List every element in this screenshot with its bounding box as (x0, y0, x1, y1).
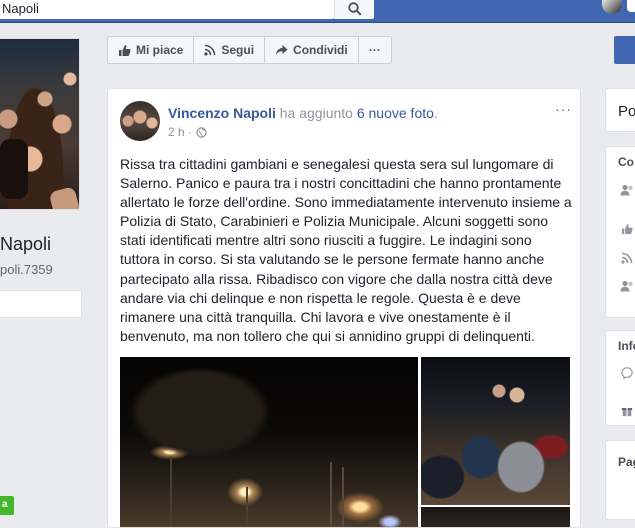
page-username[interactable]: poli.7359 (0, 262, 53, 277)
profile-name-edge[interactable] (627, 0, 635, 12)
page-name[interactable]: Napoli (0, 234, 51, 255)
people-icon (620, 184, 633, 196)
create-button[interactable]: a (0, 496, 14, 515)
primary-action-button[interactable] (614, 36, 635, 64)
photos-link[interactable]: 6 nuove foto (357, 105, 434, 121)
profile-avatar[interactable] (602, 0, 622, 14)
top-navigation-bar: Napoli (0, 0, 635, 23)
post-header-period: . (433, 105, 438, 121)
like-page-label: Mi piace (136, 43, 184, 57)
share-arrow-icon (275, 45, 288, 55)
right-box-primary[interactable]: Po (605, 88, 635, 132)
post-action-verb: ha aggiunto (279, 105, 353, 121)
right-box-title: Po (618, 103, 635, 120)
rss-icon (621, 252, 633, 264)
globe-icon[interactable] (196, 126, 207, 138)
author-name[interactable]: Vincenzo Napoli (168, 105, 276, 121)
page-action-bar: Mi piace Segui Condividi ··· (107, 36, 392, 64)
more-options-button[interactable]: ··· (359, 37, 391, 63)
people-icon (620, 280, 633, 292)
photo-detail (342, 467, 344, 527)
photo-detail (130, 367, 270, 457)
author-avatar[interactable] (120, 101, 160, 141)
follow-label: Segui (221, 43, 255, 57)
follow-button[interactable]: Segui (194, 37, 266, 63)
thumbs-up-icon (119, 44, 131, 56)
post-card: Vincenzo Napoli ha aggiunto 6 nuove foto… (107, 88, 581, 528)
photo-detail (170, 457, 172, 527)
post-photo-3[interactable] (421, 507, 570, 527)
left-nav-item[interactable] (0, 290, 82, 318)
info-box: Info (605, 330, 635, 426)
post-header: Vincenzo Napoli ha aggiunto 6 nuove foto… (168, 105, 438, 121)
search-button[interactable] (334, 0, 374, 19)
more-dots-icon: ··· (368, 43, 381, 57)
photo-detail (246, 487, 248, 527)
pages-title[interactable]: Pag (618, 455, 635, 469)
share-label: Condividi (293, 43, 348, 57)
gift-icon (621, 408, 633, 417)
rss-icon (204, 44, 216, 56)
messenger-icon (621, 367, 633, 379)
search-icon (348, 2, 362, 16)
photo-detail (330, 462, 332, 527)
post-meta: 2 h · (168, 125, 207, 139)
thumbs-up-icon (621, 224, 633, 235)
photo-detail (0, 139, 28, 199)
community-box: Co (605, 146, 635, 318)
post-photo-2[interactable] (421, 357, 570, 505)
share-button[interactable]: Condividi (265, 37, 359, 63)
post-timestamp[interactable]: 2 h · (168, 125, 192, 139)
info-title[interactable]: Info (618, 339, 635, 353)
community-title[interactable]: Co (618, 155, 634, 169)
search-input[interactable]: Napoli (0, 0, 334, 19)
like-page-button[interactable]: Mi piace (108, 37, 195, 63)
search-input-value: Napoli (2, 1, 39, 16)
post-text: Rissa tra cittadini gambiani e senegales… (120, 156, 572, 344)
post-photo-main[interactable] (120, 357, 418, 527)
pages-box: Pag (605, 440, 635, 520)
post-menu-button[interactable]: ··· (555, 101, 572, 117)
page-profile-photo[interactable] (0, 38, 80, 210)
